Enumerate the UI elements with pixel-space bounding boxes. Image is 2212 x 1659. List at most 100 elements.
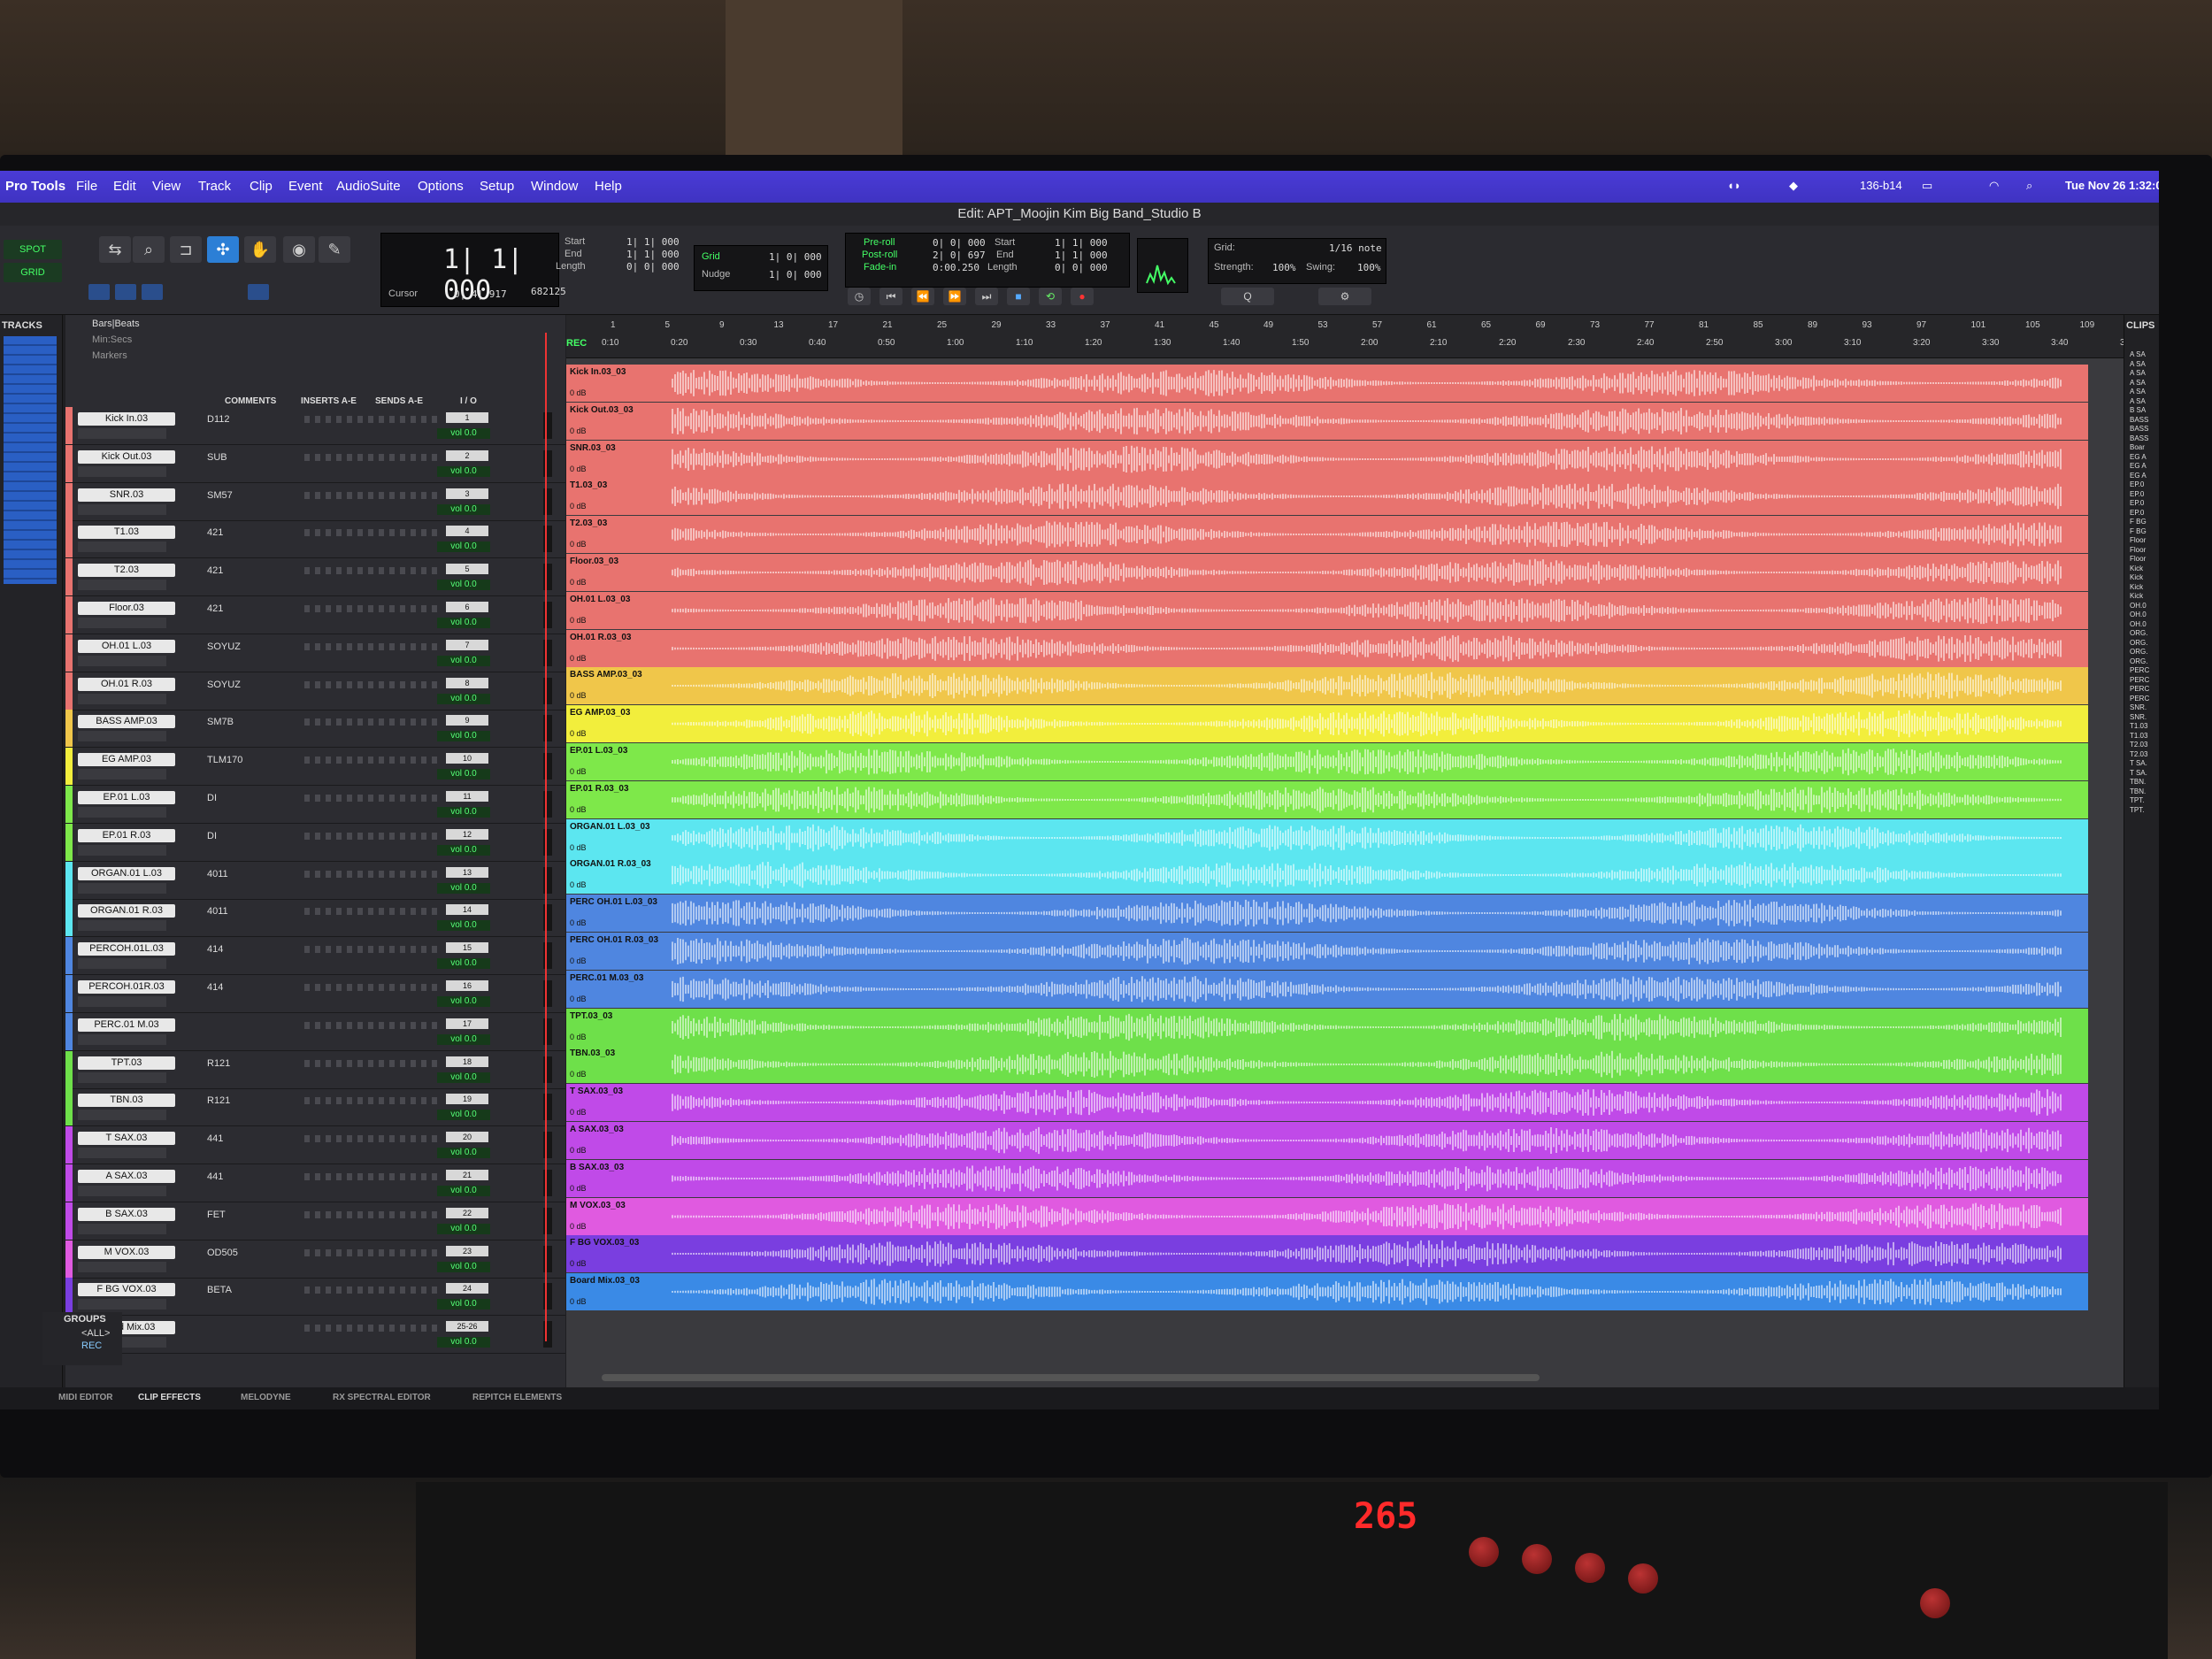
clip-list-item[interactable]: F BG [2130,527,2147,535]
track-row[interactable]: EG AMP.03 TLM170 10 vol 0.0 [65,748,565,787]
track-inserts[interactable] [304,795,437,802]
track-inserts[interactable] [304,984,437,991]
track-name[interactable]: A SAX.03 [78,1170,175,1183]
search-icon[interactable]: ⌕ [2026,179,2032,193]
tab-melodyne[interactable]: MELODYNE [241,1393,291,1402]
transport-start-value[interactable]: 1| 1| 000 [1055,237,1108,249]
zoomer-tool-icon[interactable]: ⌕ [133,236,165,263]
audio-clip[interactable]: B SAX.03_03 0 dB [566,1159,2088,1197]
track-row[interactable]: PERCOH.01R.03 414 16 vol 0.0 [65,975,565,1013]
track-row[interactable]: T2.03 421 5 vol 0.0 [65,558,565,597]
clip-list-item[interactable]: TPT. [2130,806,2144,814]
clip-list-item[interactable]: Floor [2130,555,2146,563]
track-row[interactable]: ORGAN.01 L.03 4011 13 vol 0.0 [65,861,565,900]
audio-clip[interactable]: TBN.03_03 0 dB [566,1046,2088,1084]
track-io-channel[interactable]: 20 [446,1132,488,1143]
track-io-channel[interactable]: 18 [446,1056,488,1067]
track-record-solo-mute[interactable] [78,1186,166,1196]
track-volume[interactable]: vol 0.0 [437,541,490,553]
track-io-channel[interactable]: 8 [446,677,488,688]
audio-clip[interactable]: Kick In.03_03 0 dB [566,365,2088,402]
horizontal-scrollbar[interactable] [602,1374,1540,1381]
track-name[interactable]: ORGAN.01 R.03 [78,904,175,918]
track-inserts[interactable] [304,680,437,688]
clip-list-item[interactable]: Kick [2130,592,2143,600]
clip-list-item[interactable]: BASS [2130,425,2148,433]
track-name[interactable]: PERCOH.01L.03 [78,942,175,956]
clip-list-item[interactable]: Kick [2130,573,2143,581]
track-inserts[interactable] [304,946,437,954]
track-row[interactable]: Board Mix.03 25-26 vol 0.0 [65,1316,565,1355]
clip-list-item[interactable]: PERC [2130,666,2149,674]
grabber-tool-icon[interactable]: ✋ [244,236,276,263]
track-row[interactable]: OH.01 R.03 SOYUZ 8 vol 0.0 [65,672,565,710]
track-record-solo-mute[interactable] [78,958,166,970]
track-record-solo-mute[interactable] [78,618,166,628]
clip-list-item[interactable]: F BG [2130,518,2147,526]
track-volume[interactable]: vol 0.0 [437,1148,490,1159]
track-volume[interactable]: vol 0.0 [437,1110,490,1121]
track-row[interactable]: ORGAN.01 R.03 4011 14 vol 0.0 [65,899,565,938]
track-io-channel[interactable]: 22 [446,1207,488,1218]
track-name[interactable]: EP.01 R.03 [78,828,175,842]
trim-tool-icon[interactable]: ⊐ [170,236,202,263]
inserts-column-header[interactable]: INSERTS A-E [301,396,357,406]
clip-list-item[interactable]: BASS [2130,434,2148,442]
menu-file[interactable]: File [76,179,97,194]
audio-clip[interactable]: PERC.01 M.03_03 0 dB [566,970,2088,1008]
track-volume[interactable]: vol 0.0 [437,958,490,970]
track-io-channel[interactable]: 7 [446,639,488,650]
track-record-solo-mute[interactable] [78,1071,166,1083]
menu-track[interactable]: Track [198,179,231,194]
track-record-solo-mute[interactable] [78,882,166,894]
track-io-channel[interactable]: 15 [446,942,488,954]
spot-mode-button[interactable]: SPOT [4,240,62,259]
clip-list-item[interactable]: EG A [2130,462,2147,470]
audio-clip[interactable]: Floor.03_03 0 dB [566,554,2088,591]
track-record-solo-mute[interactable] [78,1110,166,1121]
audio-clip[interactable]: M VOX.03_03 0 dB [566,1197,2088,1235]
track-volume[interactable]: vol 0.0 [437,503,490,515]
track-volume[interactable]: vol 0.0 [437,428,490,439]
online-icon[interactable]: ◷ [848,288,871,305]
postroll-value[interactable]: 2| 0| 697 [933,250,986,261]
zoom-toggle-icon[interactable]: ⇆ [99,236,131,263]
track-record-solo-mute[interactable] [78,996,166,1007]
track-io-channel[interactable]: 13 [446,866,488,878]
track-io-channel[interactable]: 11 [446,791,488,802]
audio-clip[interactable]: EP.01 R.03_03 0 dB [566,780,2088,818]
clip-list-item[interactable]: T SA. [2130,759,2147,767]
track-io-channel[interactable]: 21 [446,1170,488,1180]
track-row[interactable]: TPT.03 R121 18 vol 0.0 [65,1050,565,1089]
track-row[interactable]: Kick In.03 D112 1 vol 0.0 [65,407,565,445]
track-volume[interactable]: vol 0.0 [437,1071,490,1083]
track-name[interactable]: SNR.03 [78,488,175,502]
track-inserts[interactable] [304,1286,437,1294]
clip-list-item[interactable]: Floor [2130,536,2146,544]
track-name[interactable]: M VOX.03 [78,1245,175,1259]
track-name[interactable]: B SAX.03 [78,1207,175,1221]
clip-list-item[interactable]: Boar [2130,443,2145,451]
track-name[interactable]: OH.01 R.03 [78,677,175,691]
track-row[interactable]: OH.01 L.03 SOYUZ 7 vol 0.0 [65,634,565,672]
menu-clip[interactable]: Clip [250,179,273,194]
track-volume[interactable]: vol 0.0 [437,1299,490,1310]
clip-list-item[interactable]: T SA. [2130,769,2147,777]
clip-list-item[interactable]: Kick [2130,565,2143,572]
audio-clip[interactable]: A SAX.03_03 0 dB [566,1122,2088,1159]
track-volume[interactable]: vol 0.0 [437,1261,490,1272]
track-io-channel[interactable]: 2 [446,449,488,461]
audio-clip[interactable]: T1.03_03 0 dB [566,478,2088,516]
track-inserts[interactable] [304,1248,437,1256]
audio-clip[interactable]: T2.03_03 0 dB [566,516,2088,554]
wifi-icon[interactable]: ◠ [1989,179,1999,193]
grid-mode-button[interactable]: GRID [4,263,62,282]
track-record-solo-mute[interactable] [78,428,166,439]
clip-list-item[interactable]: TBN. [2130,787,2146,795]
clip-list-item[interactable]: T1.03 [2130,722,2147,730]
track-io-channel[interactable]: 9 [446,715,488,726]
track-volume[interactable]: vol 0.0 [437,580,490,591]
clip-list-item[interactable]: EP.0 [2130,509,2144,517]
track-name[interactable]: Floor.03 [78,602,175,615]
clip-list-item[interactable]: A SA [2130,360,2146,368]
